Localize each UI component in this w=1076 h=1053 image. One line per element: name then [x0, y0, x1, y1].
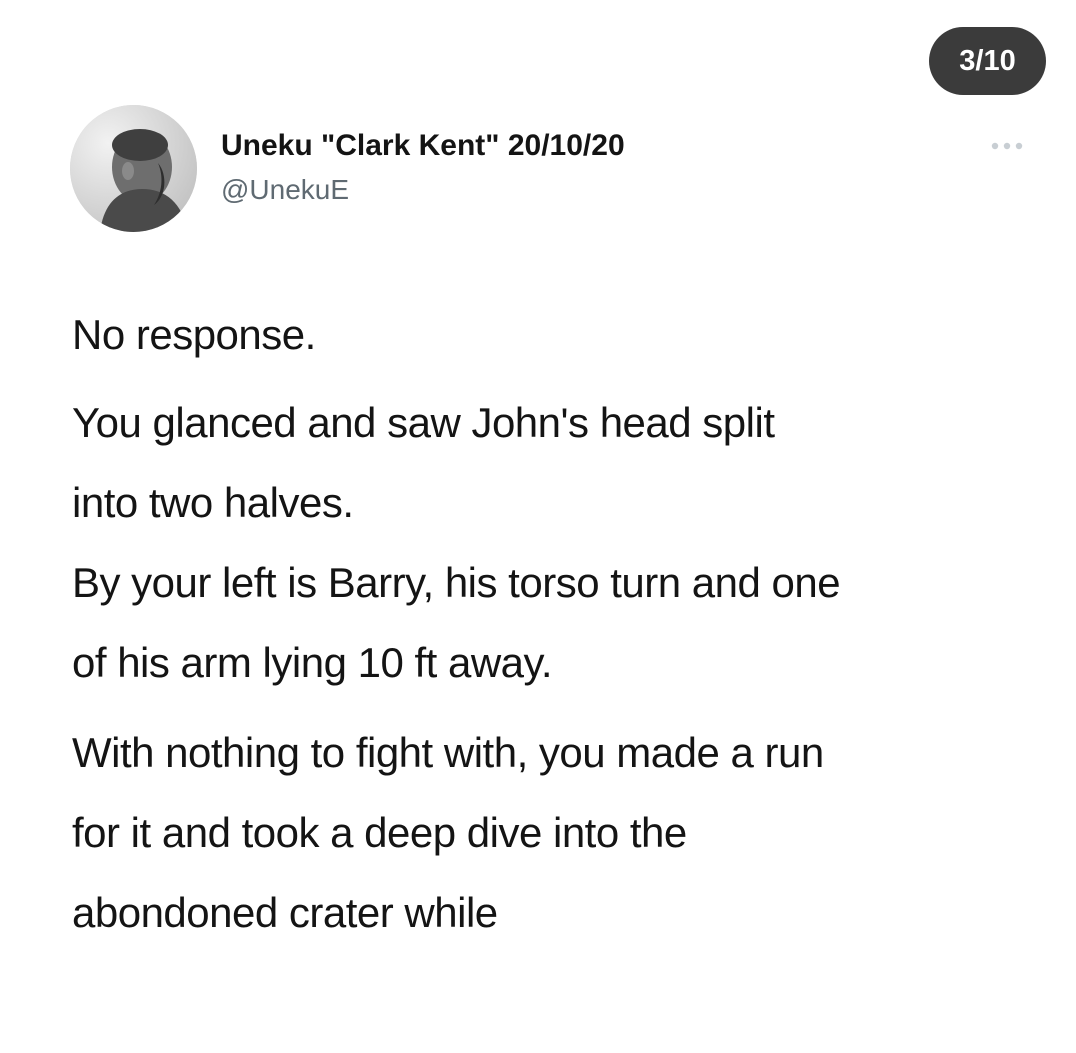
author-display-name[interactable]: Uneku "Clark Kent" 20/10/20: [221, 127, 625, 165]
author-handle[interactable]: @UnekuE: [221, 172, 349, 208]
tweet-paragraph: No response.: [72, 311, 316, 358]
tweet-paragraph: With nothing to fight with, you made a r…: [72, 729, 824, 936]
tweet-paragraph: By your left is Barry, his torso turn an…: [72, 559, 841, 686]
tweet-text: No response. You glanced and saw John's …: [72, 295, 1042, 953]
more-options-button[interactable]: [985, 134, 1035, 158]
profile-photo-icon: [70, 105, 197, 232]
avatar[interactable]: [70, 105, 197, 232]
thread-page-counter: 3/10: [929, 27, 1046, 95]
ellipsis-icon: [991, 142, 1023, 150]
tweet-paragraph: You glanced and saw John's head split in…: [72, 399, 775, 526]
